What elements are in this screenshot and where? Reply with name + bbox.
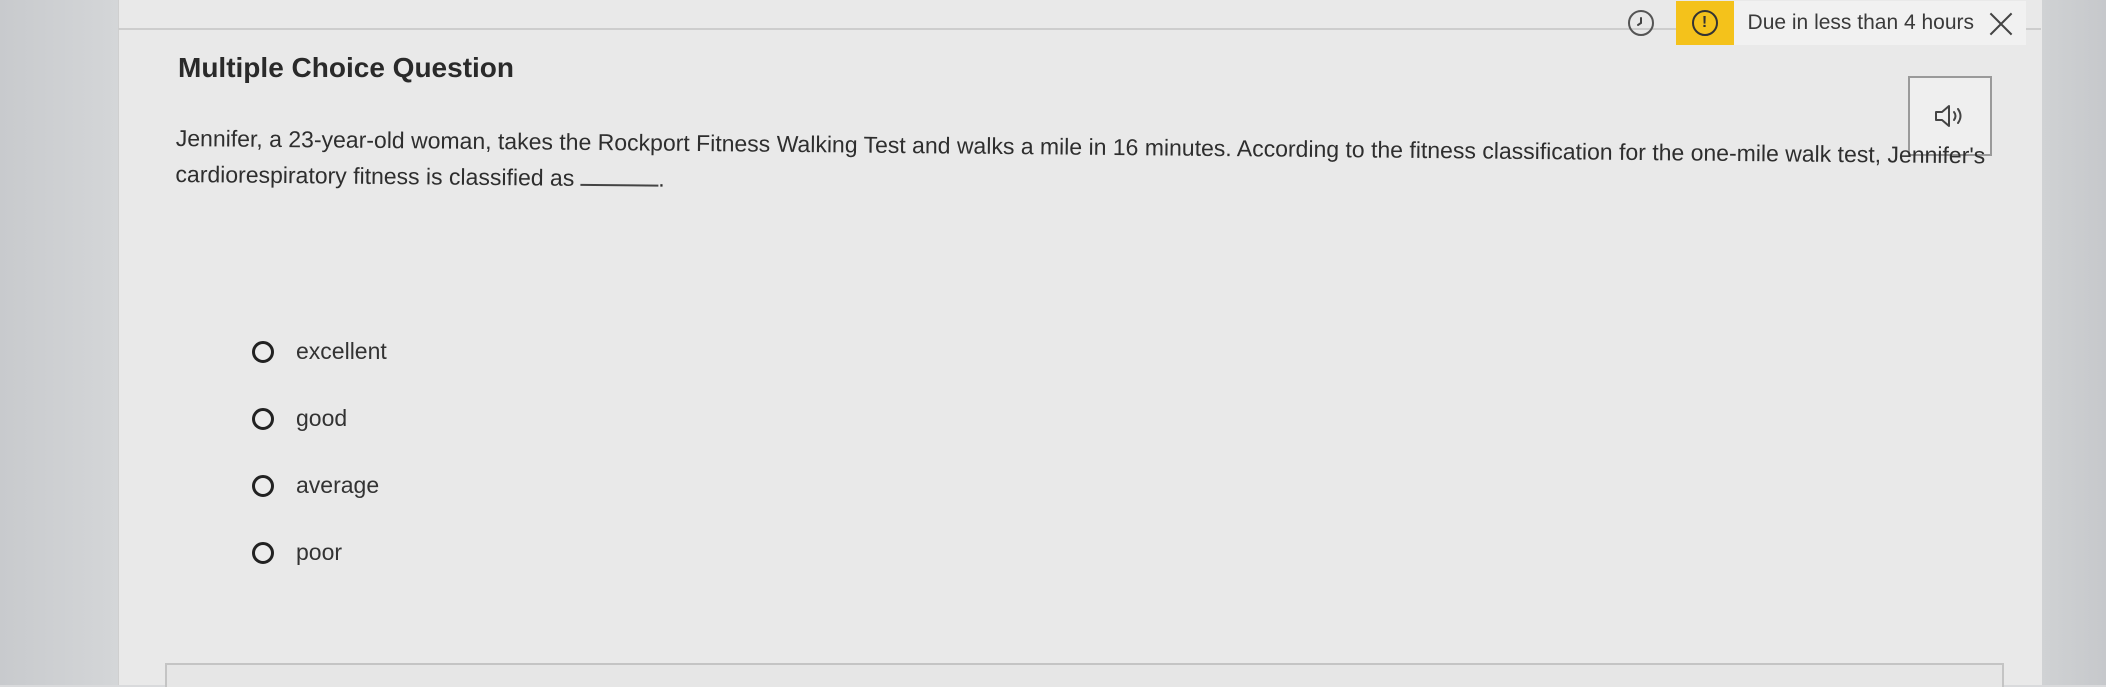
- option-label: excellent: [296, 338, 387, 364]
- due-text: Due in less than 4 hours: [1747, 11, 1974, 34]
- radio-button[interactable]: [252, 340, 274, 363]
- due-alert-badge: !: [1675, 1, 1734, 45]
- due-notice: Due in less than 4 hours: [1733, 1, 2026, 45]
- question-type-heading: Multiple Choice Question: [178, 52, 515, 83]
- option-label: average: [296, 472, 380, 498]
- option-label: poor: [296, 539, 343, 565]
- answer-blank: [580, 165, 659, 187]
- right-background: [2041, 0, 2106, 685]
- alert-icon: !: [1691, 10, 1718, 36]
- option-poor[interactable]: poor: [252, 519, 387, 586]
- question-text-end: .: [658, 165, 665, 192]
- question-card: [118, 0, 2042, 685]
- footer-panel: [165, 663, 2004, 687]
- option-good[interactable]: good: [252, 385, 387, 452]
- clock-icon[interactable]: [1627, 10, 1654, 36]
- answer-options: excellent good average poor: [252, 318, 387, 586]
- close-icon[interactable]: [1988, 10, 2014, 36]
- question-text: Jennifer, a 23-year-old woman, takes the…: [175, 124, 1986, 191]
- left-background: [0, 0, 118, 685]
- radio-button[interactable]: [252, 541, 274, 564]
- option-excellent[interactable]: excellent: [252, 318, 387, 385]
- option-label: good: [296, 405, 348, 431]
- option-average[interactable]: average: [252, 452, 387, 519]
- alert-symbol: !: [1701, 14, 1708, 31]
- radio-button[interactable]: [252, 407, 274, 430]
- radio-button[interactable]: [252, 474, 274, 497]
- speaker-icon: [1935, 105, 1962, 127]
- assignment-status-bar: ! Due in less than 4 hours: [1627, 0, 2026, 46]
